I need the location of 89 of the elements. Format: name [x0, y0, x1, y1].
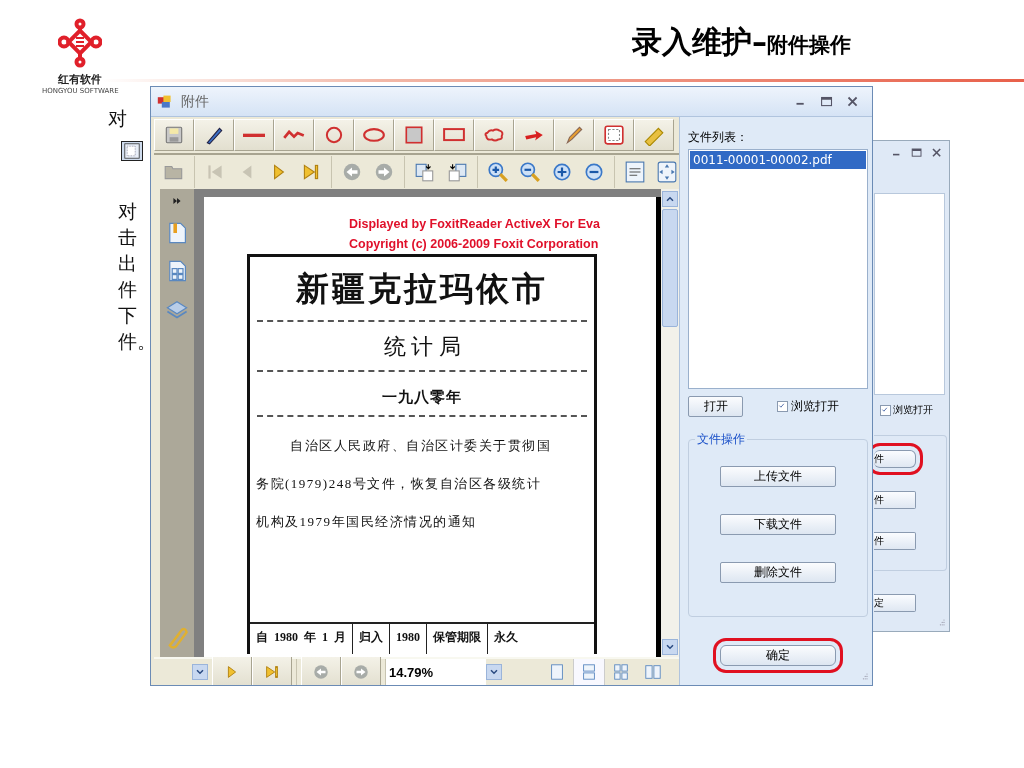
toolbar-button[interactable] — [594, 119, 634, 151]
toolbar-button[interactable] — [394, 119, 434, 151]
document-text: 机构及1979年国民经济情况的通知 — [256, 513, 477, 531]
slide-text: 对 — [118, 200, 138, 224]
pencil-icon — [563, 124, 585, 146]
slide-text: 击 — [118, 226, 138, 250]
last-page-icon — [263, 663, 281, 681]
toolbar-button[interactable] — [314, 119, 354, 151]
dropdown-button[interactable] — [486, 664, 502, 680]
expand-button[interactable] — [171, 195, 183, 207]
actual-size-icon — [624, 161, 646, 183]
window-title: 附件 — [181, 92, 210, 111]
checkbox-label: 浏览打开 — [893, 403, 933, 417]
document-title: 新疆克拉玛依市 — [296, 270, 548, 309]
grid-pages-icon — [612, 663, 630, 681]
check-icon — [881, 405, 890, 415]
dropdown-button[interactable] — [192, 664, 208, 680]
table-cell-text: 保管期限 — [433, 629, 481, 646]
paperclip-icon[interactable] — [165, 625, 189, 649]
table-cell-text: 1980 — [274, 629, 298, 646]
app-icon — [157, 93, 173, 110]
slide-text: 件 — [118, 278, 138, 302]
slide-text: 对 — [108, 107, 127, 131]
toolbar-button[interactable] — [514, 119, 554, 151]
scroll-thumb[interactable] — [662, 209, 678, 327]
table-cell-text: 年 — [304, 629, 316, 646]
zoom-field[interactable]: 14.79% — [386, 659, 486, 685]
minus-icon — [583, 161, 605, 183]
checkbox-label: 浏览打开 — [791, 398, 839, 415]
vertical-scrollbar[interactable] — [661, 189, 679, 657]
document-department: 统 计 局 — [383, 333, 461, 361]
zoom-out-icon — [519, 161, 541, 183]
document-year: 一九八零年 — [382, 388, 462, 407]
checkbox[interactable] — [777, 401, 788, 412]
fit-page-icon — [656, 161, 678, 183]
toolbar-button[interactable] — [354, 119, 394, 151]
ellipse-icon — [363, 128, 385, 142]
slide-text: 件。 — [118, 330, 156, 354]
wave-icon — [283, 130, 305, 140]
checkbox[interactable] — [880, 404, 891, 416]
knot-logo-icon — [58, 18, 103, 68]
rotate-counterclockwise-icon — [446, 161, 468, 183]
document-text: 自治区人民政府、自治区计委关于贯彻国 — [290, 437, 551, 455]
toolbar-button[interactable] — [434, 119, 474, 151]
table-cell-text: 1 — [322, 629, 328, 646]
toolbar-button[interactable] — [274, 119, 314, 151]
toolbar-button[interactable] — [474, 119, 514, 151]
document-text: 务院(1979)248号文件，恢复自治区各级统计 — [256, 475, 542, 493]
facing-pages-icon — [644, 663, 662, 681]
continuous-page-icon — [580, 663, 598, 681]
scroll-down-button[interactable] — [662, 639, 678, 655]
zoom-in-icon — [487, 161, 509, 183]
view-mode-button[interactable] — [573, 659, 605, 685]
double-arrow-icon — [171, 195, 183, 207]
table-cell-text: 自 — [256, 629, 268, 646]
file-button[interactable]: 件 — [874, 532, 916, 550]
ok-button[interactable]: 定 — [874, 594, 916, 612]
file-list-item[interactable]: 0011-00001-00002.pdf — [690, 151, 866, 169]
back-icon — [341, 161, 363, 183]
rectangle-icon — [443, 128, 465, 142]
forward-icon — [352, 663, 370, 681]
logo-text: 红有软件 — [58, 72, 103, 87]
slide-title: 录入维护–附件操作 — [632, 23, 851, 61]
rotate-clockwise-icon — [414, 161, 436, 183]
dashed-rectangle-icon — [603, 124, 625, 146]
single-page-icon — [548, 663, 566, 681]
file-list-label: 文件列表： — [688, 129, 749, 146]
file-operation-button[interactable]: 下载文件 — [720, 514, 836, 535]
back-icon — [312, 663, 330, 681]
toolbar-button[interactable] — [234, 119, 274, 151]
check-icon — [778, 402, 787, 411]
table-cell-text: 1980 — [396, 629, 420, 646]
toolbar-button[interactable] — [194, 119, 234, 151]
forward-icon — [373, 161, 395, 183]
slide-text: 出 — [118, 252, 138, 276]
circle-icon — [323, 124, 345, 146]
group-label: 文件操作 — [695, 431, 747, 448]
open-button[interactable]: 打开 — [688, 396, 743, 417]
file-operation-button[interactable]: 上传文件 — [720, 466, 836, 487]
slide-text: 下 — [118, 304, 138, 328]
table-cell-text: 月 — [334, 629, 346, 646]
plus-icon — [551, 161, 573, 183]
table-cell-text: 永久 — [494, 629, 518, 646]
scroll-up-button[interactable] — [662, 191, 678, 207]
file-button[interactable]: 件 — [874, 491, 916, 509]
toolbar-button-icon — [124, 143, 140, 159]
square-icon — [403, 124, 425, 146]
file-operation-button[interactable]: 删除文件 — [720, 562, 836, 583]
table-cell-text: 归入 — [359, 629, 383, 646]
